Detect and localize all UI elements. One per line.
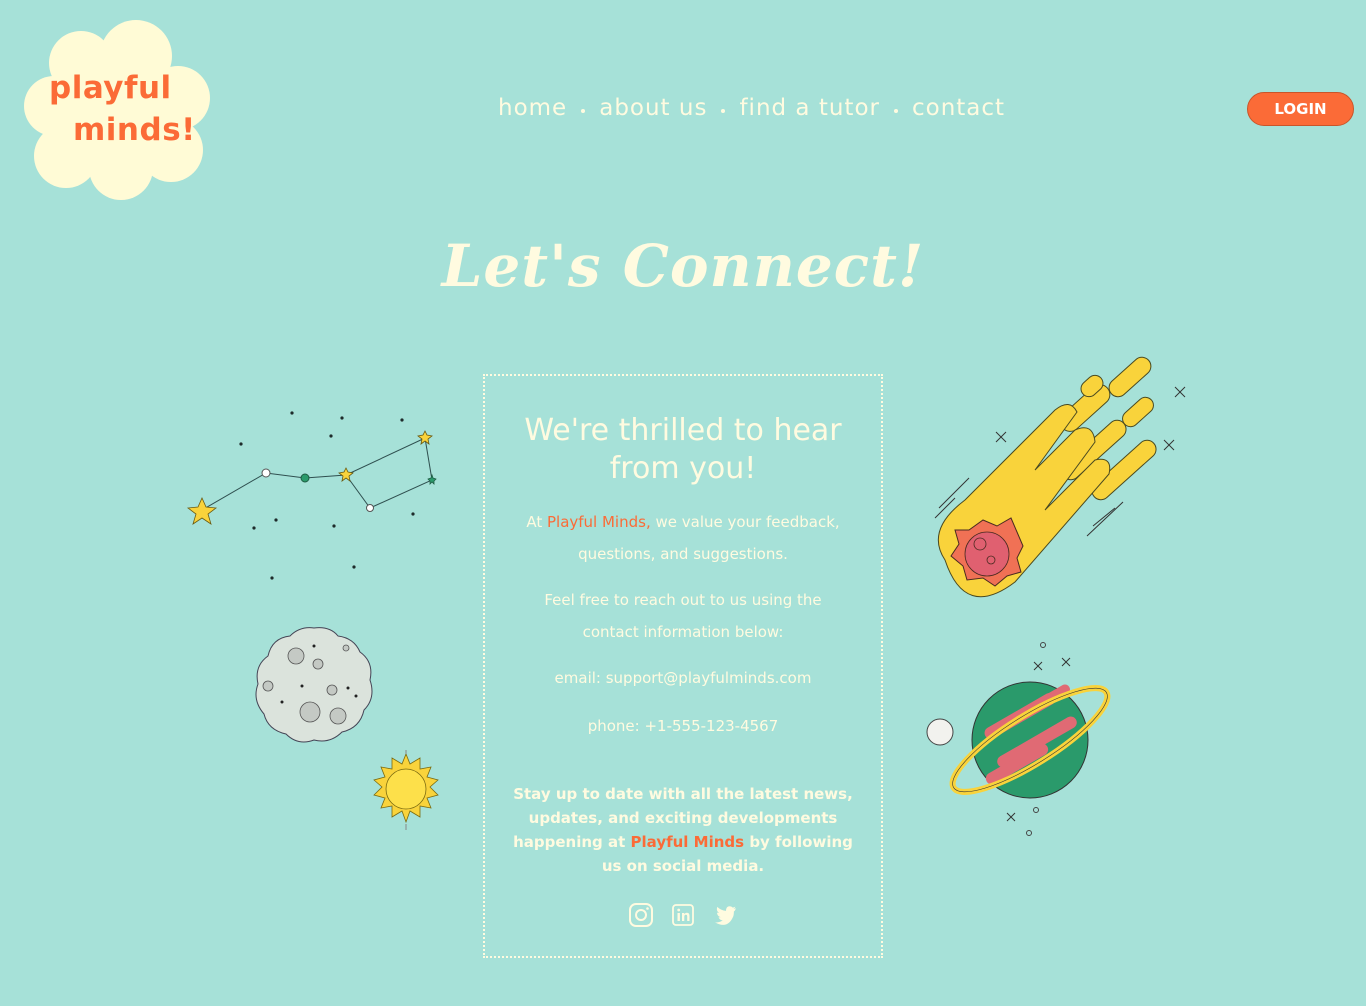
brand-name: Playful Minds, [546,513,651,531]
constellation-illustration [186,411,437,580]
nav-separator [721,109,726,113]
brand-name-social: Playful Minds [630,833,745,851]
nav-find-a-tutor[interactable]: find a tutor [731,95,888,121]
page-title: Let's Connect! [441,232,925,300]
login-button[interactable]: LOGIN [1247,92,1354,126]
nav-contact[interactable]: contact [904,95,1013,121]
logo[interactable]: playful minds! [16,18,216,204]
linkedin-icon[interactable] [670,902,696,928]
card-heading: We're thrilled to hear from you! [524,413,842,486]
sun-illustration [373,750,439,830]
asteroid-illustration [255,627,373,743]
nav-separator [893,109,898,113]
main-nav: home about us find a tutor contact [490,90,1013,126]
intro-prefix: At [526,513,547,531]
nav-about-us[interactable]: about us [591,95,715,121]
contact-card: We're thrilled to hear from you! At Play… [483,374,883,958]
social-links [485,902,881,928]
social-callout: Stay up to date with all the latest news… [509,782,857,878]
comet-illustration [934,356,1186,598]
nav-home[interactable]: home [490,95,575,121]
cloud-shape [24,20,210,200]
card-reach-out: Feel free to reach out to us using the c… [544,591,822,641]
twitter-icon[interactable] [712,902,738,928]
logo-line-2: minds! [73,112,196,148]
instagram-icon[interactable] [628,902,654,928]
contact-email[interactable]: email: support@playfulminds.com [515,662,851,694]
contact-phone[interactable]: phone: +1-555-123-4567 [515,710,851,742]
card-intro: At Playful Minds, we value your feedback… [515,506,851,570]
nav-separator [581,109,586,113]
planet-illustration [926,642,1111,836]
logo-line-1: playful [49,70,172,106]
